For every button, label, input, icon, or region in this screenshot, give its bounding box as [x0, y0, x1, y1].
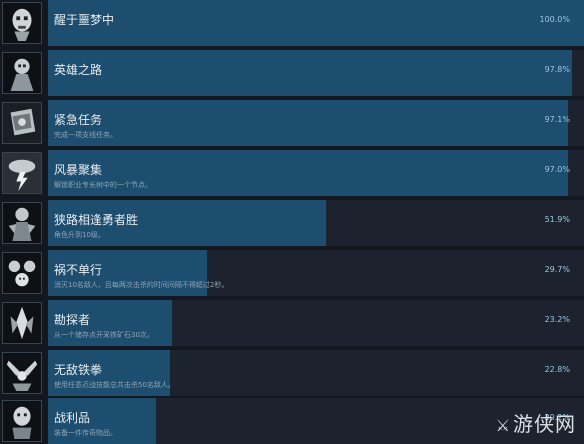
- achievement-title: 战利品: [54, 411, 91, 425]
- achievement-row[interactable]: 狭路相逢勇者胜 角色升到10级。 51.9%: [0, 200, 584, 246]
- achievement-row[interactable]: 醒于噩梦中 100.0%: [0, 0, 584, 46]
- achievement-row[interactable]: 祸不单行 消灭10名敌人，且每两次击杀的时间间隔不得超过2秒。 29.7%: [0, 250, 584, 296]
- site-watermark: ⚔ 游侠网: [496, 408, 576, 437]
- warrior-level-icon: [2, 202, 42, 244]
- achievement-title: 风暴聚集: [54, 163, 103, 177]
- progress-track: 醒于噩梦中 100.0%: [48, 0, 584, 46]
- achievement-title: 勘探者: [54, 313, 91, 327]
- achievement-row[interactable]: 无敌铁拳 使用任意近战技能总共击杀50名敌人。 22.8%: [0, 350, 584, 396]
- achievement-row[interactable]: 英雄之路 97.8%: [0, 50, 584, 96]
- achievement-percent: 22.8%: [544, 365, 570, 374]
- watermark-logo-icon: ⚔: [495, 416, 511, 435]
- progress-fill: [48, 100, 569, 146]
- crossed-fists-icon: [2, 352, 42, 394]
- achievement-desc: 解锁职业专长树中的一个节点。: [54, 181, 152, 189]
- achievement-row[interactable]: 紧急任务 完成一项支线任务。 97.1%: [0, 100, 584, 146]
- skull-face-icon: [2, 2, 42, 44]
- achievement-percent: 51.9%: [544, 215, 570, 224]
- progress-fill: [48, 0, 584, 46]
- storm-cloud-icon: [2, 152, 42, 194]
- achievement-title: 狭路相逢勇者胜: [54, 213, 139, 227]
- achievement-desc: 装备一件传奇物品。: [54, 429, 117, 437]
- achievement-title: 无敌铁拳: [54, 363, 103, 377]
- progress-track: 勘探者 从一个储存点开采铁矿石30次。 23.2%: [48, 300, 584, 346]
- progress-track: 英雄之路 97.8%: [48, 50, 584, 96]
- achievement-percent: 23.2%: [544, 315, 570, 324]
- progress-track: 狭路相逢勇者胜 角色升到10级。 51.9%: [48, 200, 584, 246]
- hero-portrait-icon: [2, 52, 42, 94]
- achievement-title: 紧急任务: [54, 113, 103, 127]
- achievement-title: 英雄之路: [54, 63, 103, 77]
- achievement-desc: 使用任意近战技能总共击杀50名敌人。: [54, 381, 175, 389]
- achievement-row[interactable]: 勘探者 从一个储存点开采铁矿石30次。 23.2%: [0, 300, 584, 346]
- progress-fill: [48, 50, 573, 96]
- achievement-percent: 100.0%: [539, 15, 570, 24]
- progress-track: 无敌铁拳 使用任意近战技能总共击杀50名敌人。 22.8%: [48, 350, 584, 396]
- progress-track: 紧急任务 完成一项支线任务。 97.1%: [48, 100, 584, 146]
- achievement-desc: 完成一项支线任务。: [54, 131, 117, 139]
- achievement-row[interactable]: 风暴聚集 解锁职业专长树中的一个节点。 97.0%: [0, 150, 584, 196]
- watermark-text: 游侠网: [513, 412, 576, 436]
- achievement-desc: 消灭10名敌人，且每两次击杀的时间间隔不得超过2秒。: [54, 281, 229, 289]
- achievement-desc: 从一个储存点开采铁矿石30次。: [54, 331, 154, 339]
- progress-track: 风暴聚集 解锁职业专长树中的一个节点。 97.0%: [48, 150, 584, 196]
- loot-skull-icon: [2, 400, 42, 442]
- achievement-title: 醒于噩梦中: [54, 13, 115, 27]
- achievement-percent: 97.1%: [544, 115, 570, 124]
- achievement-title: 祸不单行: [54, 263, 103, 277]
- achievement-percent: 97.0%: [544, 165, 570, 174]
- skull-pile-icon: [2, 252, 42, 294]
- progress-track: 祸不单行 消灭10名敌人，且每两次击杀的时间间隔不得超过2秒。 29.7%: [48, 250, 584, 296]
- achievement-percent: 29.7%: [544, 265, 570, 274]
- achievement-desc: 角色升到10级。: [54, 231, 105, 239]
- achievement-percent: 97.8%: [544, 65, 570, 74]
- crystal-ore-icon: [2, 302, 42, 344]
- mission-tablet-icon: [2, 102, 42, 144]
